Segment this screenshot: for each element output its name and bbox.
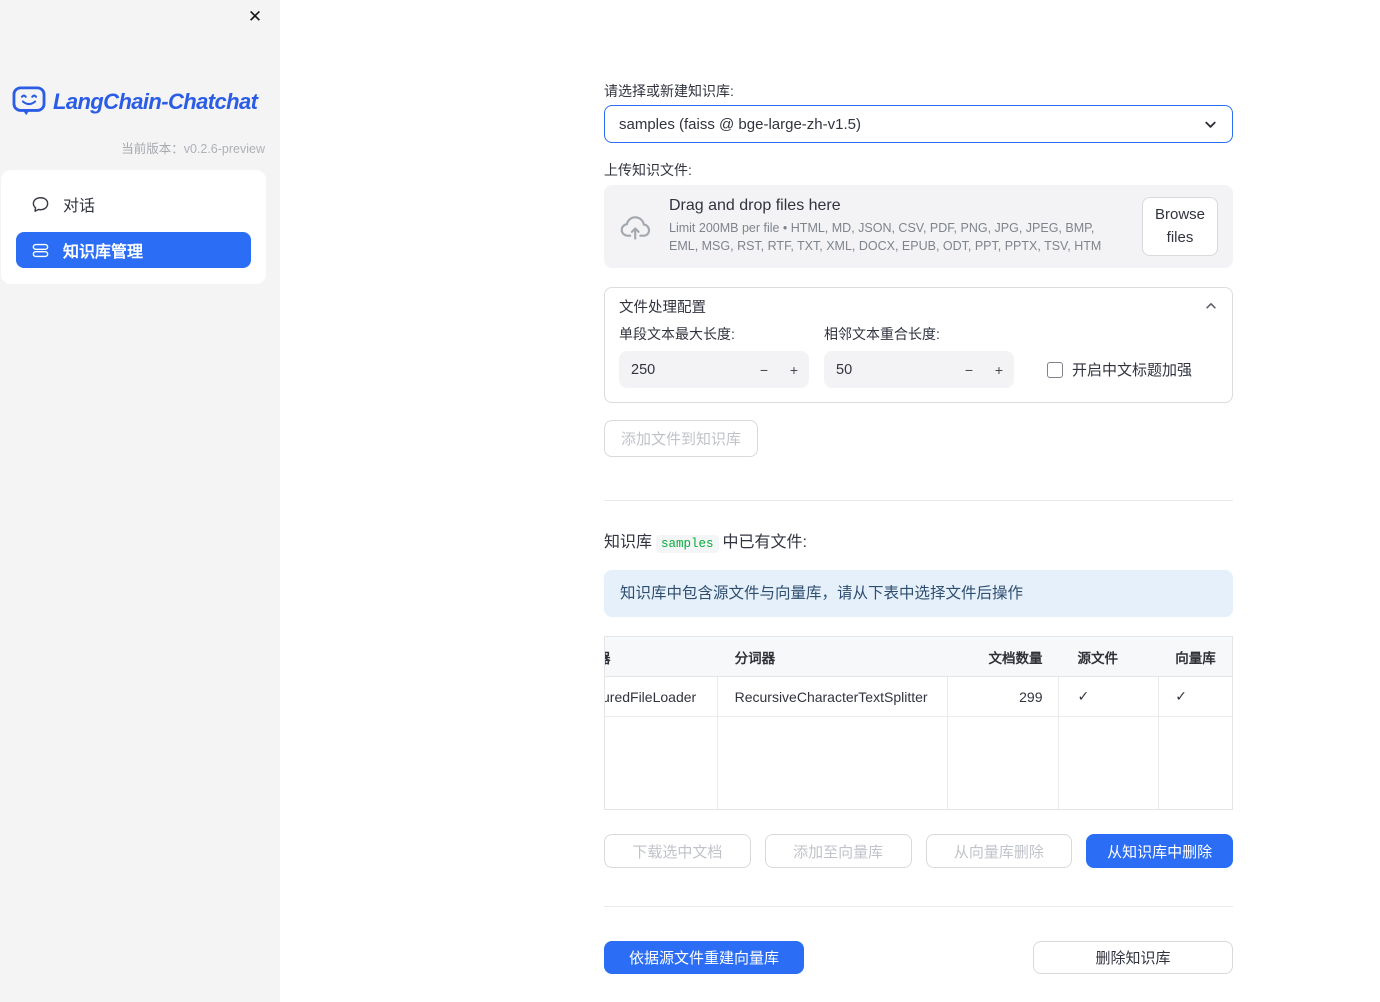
upload-label: 上传知识文件: — [604, 162, 692, 178]
chunk-size-label: 单段文本最大长度: — [619, 326, 735, 342]
header-splitter: 分词器 — [734, 650, 776, 666]
minus-button[interactable]: − — [749, 362, 779, 378]
download-selected-button[interactable]: 下载选中文档 — [604, 834, 751, 868]
chunk-size-input[interactable] — [619, 361, 749, 378]
info-banner: 知识库中包含源文件与向量库，请从下表中选择文件后操作 — [604, 570, 1233, 617]
brand: LangChain-Chatchat — [12, 86, 258, 117]
sidebar-item-dialogue[interactable]: 对话 — [16, 186, 251, 222]
database-list-icon — [31, 241, 50, 260]
version-label: 当前版本： — [121, 142, 184, 156]
file-dropzone[interactable]: Drag and drop files here Limit 200MB per… — [604, 185, 1233, 268]
kb-select-value: samples (faiss @ bge-large-zh-v1.5) — [619, 115, 861, 133]
sidebar-menu: 对话 知识库管理 — [1, 170, 266, 284]
version-value: v0.2.6-preview — [183, 142, 265, 156]
divider — [604, 500, 1233, 501]
header-vector-store: 向量库 — [1175, 650, 1216, 666]
file-actions: 下载选中文档 添加至向量库 从向量库删除 从知识库中删除 — [604, 834, 1233, 868]
add-to-vector-store-button[interactable]: 添加至向量库 — [764, 834, 912, 868]
expander-header[interactable]: 文件处理配置 — [605, 288, 1232, 324]
cell-source-file-check: ✓ — [1077, 688, 1090, 704]
kb-files-suffix: 中已有文件: — [722, 534, 807, 551]
main-area: 请选择或新建知识库: samples (faiss @ bge-large-zh… — [280, 0, 1380, 1002]
sidebar-item-knowledge-base[interactable]: 知识库管理 — [16, 232, 251, 268]
header-loader: 器 — [605, 647, 717, 667]
dropzone-title: Drag and drop files here — [669, 197, 841, 215]
chevron-up-icon — [1204, 299, 1218, 313]
sidebar-item-label: 对话 — [63, 198, 96, 215]
sidebar: ✕ LangChain-Chatchat 当前版本：v0.2.6-preview… — [0, 0, 280, 1002]
chunk-size-field: 单段文本最大长度: − + — [619, 326, 809, 388]
table-header-row: 器 分词器 文档数量 源文件 向量库 — [605, 637, 1232, 677]
dropzone-text: Drag and drop files here Limit 200MB per… — [669, 197, 1126, 256]
chat-bubble-icon — [31, 195, 50, 214]
overlap-size-field: 相邻文本重合长度: − + — [824, 326, 1014, 388]
expander-title: 文件处理配置 — [619, 299, 706, 316]
kb-footer-actions: 依据源文件重建向量库 删除知识库 — [604, 941, 1233, 974]
overlap-size-input[interactable] — [824, 361, 954, 378]
header-source-file: 源文件 — [1077, 650, 1118, 666]
browse-files-button[interactable]: Browse files — [1142, 197, 1218, 256]
cell-loader: uredFileLoader — [605, 688, 697, 705]
table-row[interactable]: uredFileLoader RecursiveCharacterTextSpl… — [605, 677, 1232, 717]
zh-title-checkbox[interactable]: 开启中文标题加强 — [1047, 351, 1192, 388]
brand-title: LangChain-Chatchat — [53, 88, 258, 114]
overlap-size-label: 相邻文本重合长度: — [824, 326, 940, 342]
delete-from-kb-button[interactable]: 从知识库中删除 — [1086, 834, 1233, 868]
delete-from-vector-store-button[interactable]: 从向量库删除 — [925, 834, 1073, 868]
kb-name-code: samples — [656, 535, 719, 553]
sidebar-item-label: 知识库管理 — [63, 244, 144, 261]
kb-select-label: 请选择或新建知识库: — [604, 83, 734, 99]
rebuild-vector-store-button[interactable]: 依据源文件重建向量库 — [604, 941, 804, 974]
overlap-size-stepper: − + — [824, 351, 1014, 388]
plus-button[interactable]: + — [984, 362, 1014, 378]
version-text: 当前版本：v0.2.6-preview — [121, 138, 265, 157]
file-config-expander: 文件处理配置 单段文本最大长度: − + 相邻文本重合 — [604, 287, 1233, 403]
kb-files-prefix: 知识库 — [604, 534, 653, 551]
delete-kb-button[interactable]: 删除知识库 — [1033, 941, 1233, 974]
close-icon: ✕ — [247, 7, 263, 26]
cell-splitter: RecursiveCharacterTextSplitter — [734, 688, 928, 705]
checkbox-label: 开启中文标题加强 — [1072, 362, 1193, 379]
plus-button[interactable]: + — [779, 362, 809, 378]
dropzone-limit: Limit 200MB per file • HTML, MD, JSON, C… — [669, 221, 1102, 253]
header-docs-count: 文档数量 — [988, 650, 1043, 666]
cloud-upload-icon — [619, 213, 653, 241]
brand-logo-icon — [12, 86, 46, 117]
checkbox-box — [1047, 361, 1063, 378]
chunk-size-stepper: − + — [619, 351, 809, 388]
sidebar-close-button[interactable]: ✕ — [243, 5, 267, 29]
divider — [604, 906, 1233, 907]
chevron-down-icon — [1203, 117, 1218, 132]
files-table: 器 分词器 文档数量 源文件 向量库 uredFileLoader Recurs… — [604, 636, 1233, 810]
kb-files-line: 知识库 samples 中已有文件: — [604, 533, 1233, 554]
cell-vector-store-check: ✓ — [1175, 688, 1187, 704]
add-files-to-kb-button[interactable]: 添加文件到知识库 — [604, 420, 759, 457]
minus-button[interactable]: − — [954, 362, 984, 378]
cell-docs-count: 299 — [1019, 688, 1043, 705]
kb-select[interactable]: samples (faiss @ bge-large-zh-v1.5) — [604, 105, 1233, 143]
